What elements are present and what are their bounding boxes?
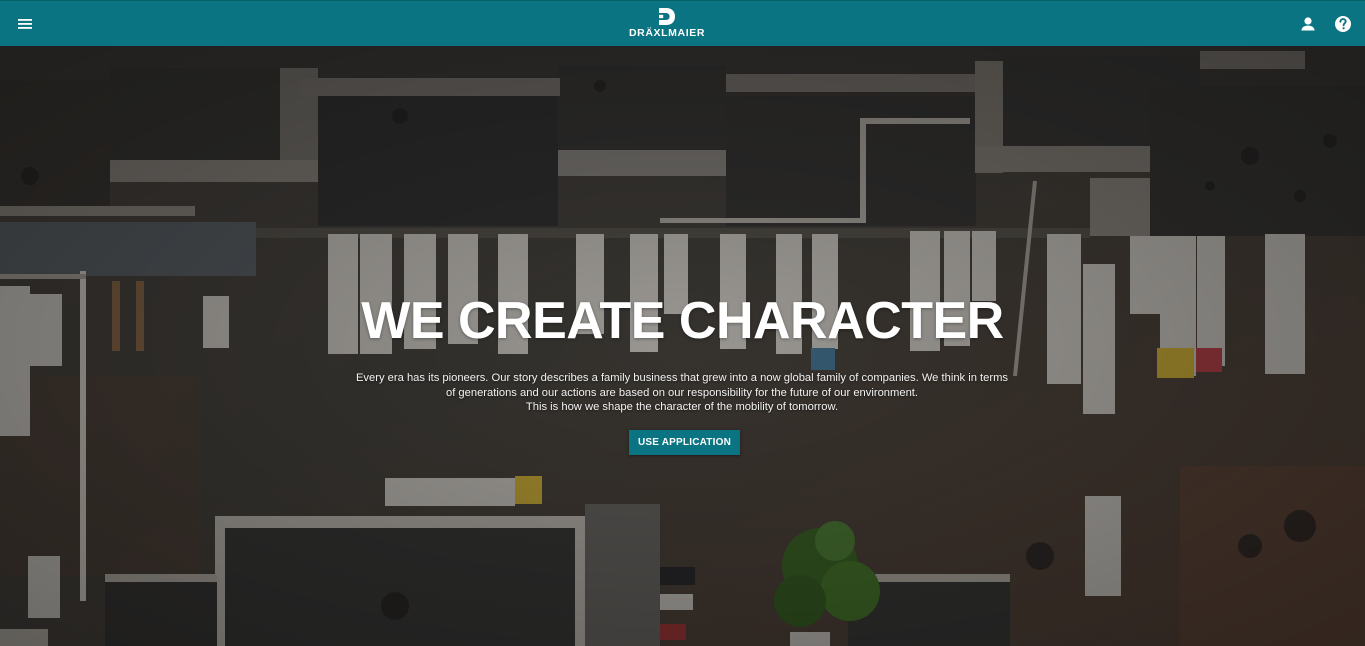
hero-section: WE CREATE CHARACTER Every era has its pi… bbox=[0, 46, 1365, 646]
brand-logo[interactable]: DRÄXLMAIER bbox=[624, 7, 710, 43]
menu-button[interactable] bbox=[14, 12, 38, 36]
help-button[interactable] bbox=[1332, 13, 1354, 35]
draexlmaier-logo-mark bbox=[659, 8, 675, 25]
top-app-bar: DRÄXLMAIER bbox=[0, 0, 1365, 46]
brand-name: DRÄXLMAIER bbox=[629, 27, 705, 39]
hero-content: WE CREATE CHARACTER Every era has its pi… bbox=[0, 46, 1365, 646]
hero-description-line: of generations and our actions are based… bbox=[445, 386, 919, 399]
hero-description-line: This is how we shape the character of th… bbox=[525, 401, 839, 413]
help-icon bbox=[1335, 16, 1351, 32]
use-application-button[interactable]: USE APPLICATION bbox=[629, 430, 740, 455]
user-icon bbox=[1301, 17, 1315, 31]
hero-description-line: Every era has its pioneers. Our story de… bbox=[355, 372, 1009, 384]
hero-title: WE CREATE CHARACTER bbox=[361, 292, 1004, 350]
menu-icon bbox=[18, 19, 32, 29]
user-account-button[interactable] bbox=[1297, 13, 1319, 35]
hero-description: Every era has its pioneers. Our story de… bbox=[332, 371, 1032, 415]
